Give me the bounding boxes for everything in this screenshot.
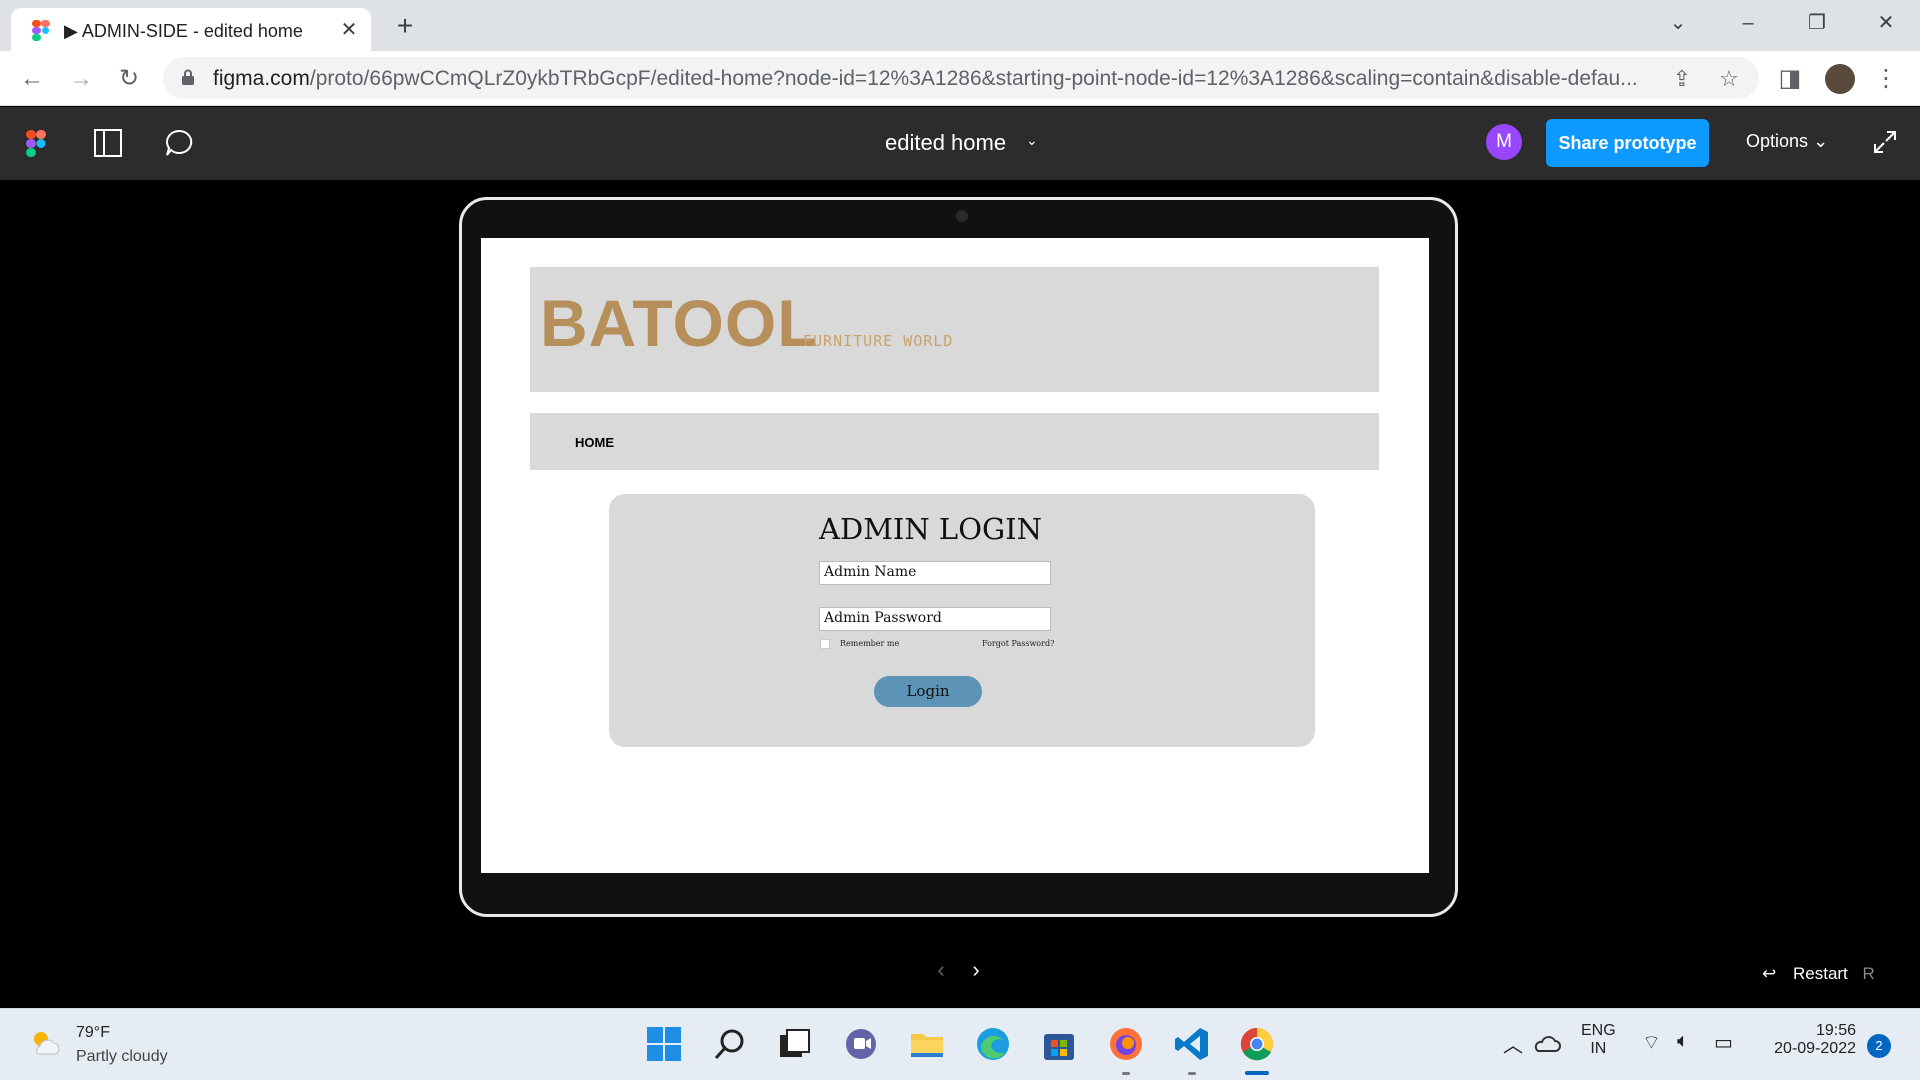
microsoft-store-icon[interactable] [1039, 1024, 1079, 1064]
header-banner: BATOOL FURNITURE WORLD [530, 267, 1379, 392]
camera-icon [956, 210, 968, 222]
forward-icon[interactable]: → [65, 63, 97, 95]
fullscreen-icon[interactable] [1872, 129, 1898, 155]
restart-shortcut: R [1862, 964, 1875, 983]
partly-cloudy-icon[interactable] [28, 1026, 62, 1058]
login-title: ADMIN LOGIN [819, 512, 1042, 546]
lock-icon [182, 69, 194, 85]
brand-logo: BATOOL [540, 286, 819, 360]
windows-start-icon[interactable] [644, 1024, 684, 1064]
weather-temperature[interactable]: 79°F [76, 1024, 110, 1042]
notification-badge[interactable]: 2 [1867, 1034, 1891, 1058]
remember-me-label: Remember me [840, 639, 900, 648]
file-explorer-icon[interactable] [907, 1024, 947, 1064]
volume-icon[interactable]: 🔈︎ [1677, 1030, 1689, 1053]
show-hidden-icons-icon[interactable]: ︿ [1503, 1029, 1523, 1058]
close-window-icon[interactable]: ✕ [1866, 8, 1906, 38]
vscode-running-indicator [1188, 1072, 1196, 1075]
share-prototype-button[interactable]: Share prototype [1546, 119, 1709, 167]
restart-arrow-icon: ↩ [1762, 964, 1777, 983]
url-text: figma.com/proto/66pwCCmQLrZ0ykbTRbGcpF/e… [213, 67, 1638, 91]
weather-description[interactable]: Partly cloudy [76, 1048, 168, 1066]
file-title[interactable]: edited home [885, 130, 1006, 156]
options-menu[interactable]: Options ⌄ [1746, 131, 1828, 152]
tab-title: ▶ ADMIN-SIDE - edited home [64, 21, 303, 41]
remember-me-checkbox[interactable] [820, 639, 830, 649]
nav-home-link[interactable]: HOME [575, 435, 614, 450]
address-bar[interactable]: figma.com/proto/66pwCCmQLrZ0ykbTRbGcpF/e… [163, 57, 1759, 99]
restore-icon[interactable]: ❐ [1797, 8, 1837, 38]
previous-frame-icon[interactable]: ‹ [929, 958, 953, 982]
clock-date: 20-09-2022 [1774, 1040, 1856, 1057]
profile-avatar[interactable] [1825, 64, 1855, 94]
teams-chat-icon[interactable] [841, 1024, 881, 1064]
firefox-icon[interactable] [1106, 1024, 1146, 1064]
onedrive-cloud-icon[interactable] [1531, 1031, 1561, 1057]
brand-subtitle: FURNITURE WORLD [803, 332, 954, 350]
clock-time: 19:56 [1815, 1022, 1856, 1039]
admin-password-field[interactable]: Admin Password [819, 607, 1051, 631]
taskbar: 79°F Partly cloudy ︿ ENG IN ⌔ 🔈︎ ▭ 19:56… [0, 1008, 1920, 1080]
browser-tab-strip: ▶ ADMIN-SIDE - edited home ✕ + ⌄ – ❐ ✕ [0, 0, 1920, 51]
menu-kebab-icon[interactable]: ⋮ [1870, 63, 1902, 95]
next-frame-icon[interactable]: › [964, 958, 988, 982]
login-card: ADMIN LOGIN Admin Name Admin Password Re… [609, 494, 1315, 747]
login-button[interactable]: Login [874, 676, 982, 707]
restart-label: Restart [1792, 964, 1848, 983]
forgot-password-link[interactable]: Forgot Password? [982, 639, 1054, 648]
restart-button[interactable]: ↩ Restart R [1762, 964, 1875, 984]
url-host: figma.com [213, 67, 310, 90]
browser-tab[interactable]: ▶ ADMIN-SIDE - edited home ✕ [11, 8, 371, 51]
region-code: IN [1590, 1040, 1607, 1057]
tab-search-chevron-icon[interactable]: ⌄ [1658, 8, 1698, 38]
url-path: /proto/66pwCCmQLrZ0ykbTRbGcpF/edited-hom… [309, 67, 1638, 90]
minimize-icon[interactable]: – [1728, 8, 1768, 38]
browser-toolbar: ← → ↻ figma.com/proto/66pwCCmQLrZ0ykbTRb… [0, 51, 1920, 106]
battery-icon[interactable]: ▭ [1714, 1030, 1733, 1055]
figma-logo-icon[interactable] [26, 130, 46, 158]
language-code: ENG [1581, 1022, 1616, 1039]
figma-favicon-icon [32, 20, 50, 41]
task-view-icon[interactable] [775, 1024, 815, 1064]
sidebar-toggle-icon[interactable] [93, 128, 123, 158]
close-tab-icon[interactable]: ✕ [337, 18, 361, 42]
search-icon[interactable] [710, 1024, 750, 1064]
firefox-running-indicator [1122, 1072, 1130, 1075]
reload-icon[interactable]: ↻ [113, 63, 145, 95]
share-page-icon[interactable]: ⇪ [1669, 66, 1695, 92]
chevron-down-icon: ⌄ [1813, 131, 1829, 151]
chrome-icon[interactable] [1237, 1024, 1277, 1064]
options-label: Options [1746, 131, 1809, 151]
vscode-icon[interactable] [1172, 1024, 1212, 1064]
prototype-screen: BATOOL FURNITURE WORLD HOME ADMIN LOGIN … [481, 238, 1429, 873]
comment-icon[interactable] [164, 128, 194, 158]
wifi-icon[interactable]: ⌔ [1642, 1030, 1661, 1055]
bookmark-star-icon[interactable]: ☆ [1716, 66, 1742, 92]
nav-bar: HOME [530, 413, 1379, 470]
back-icon[interactable]: ← [16, 63, 48, 95]
admin-name-field[interactable]: Admin Name [819, 561, 1051, 585]
chevron-down-icon[interactable]: ⌄ [1026, 132, 1038, 149]
user-avatar[interactable]: M [1486, 124, 1522, 160]
clock[interactable]: 19:56 20-09-2022 [1762, 1022, 1856, 1058]
language-indicator[interactable]: ENG IN [1581, 1022, 1616, 1058]
new-tab-icon[interactable]: + [390, 12, 420, 42]
edge-icon[interactable] [973, 1024, 1013, 1064]
side-panel-icon[interactable]: ◨ [1774, 63, 1806, 95]
chrome-active-indicator [1245, 1071, 1269, 1075]
figma-toolbar: edited home ⌄ M Share prototype Options … [0, 107, 1920, 180]
